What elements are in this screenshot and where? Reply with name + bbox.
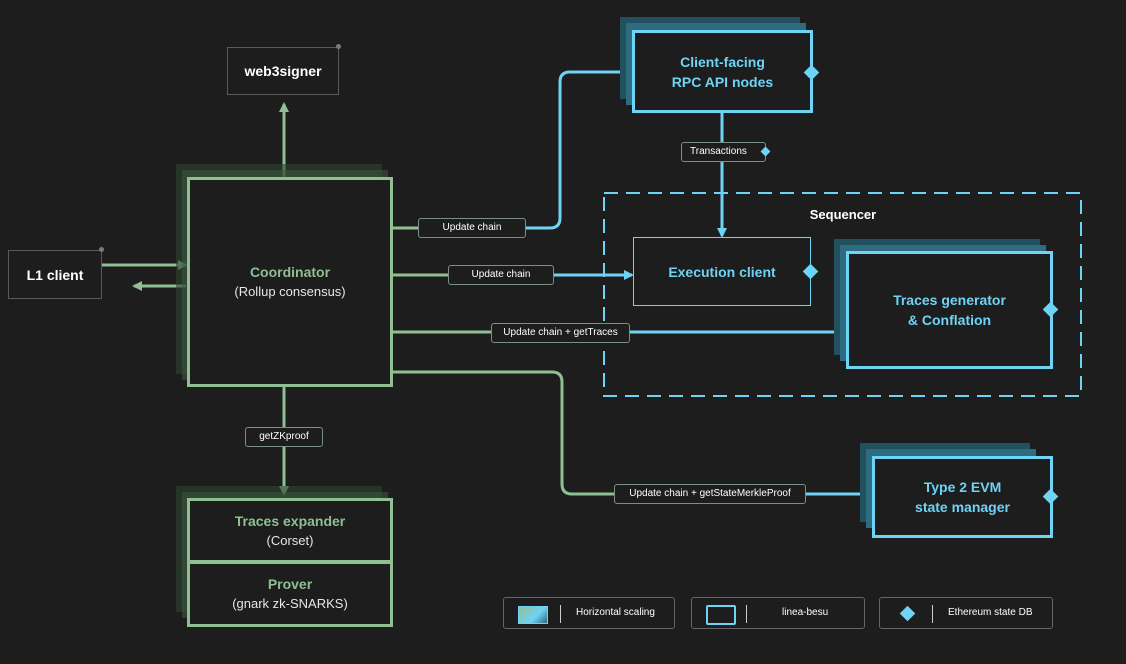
- edge-label-transactions: Transactions: [681, 142, 766, 162]
- rpc-api-node[interactable]: Client-facing RPC API nodes: [632, 30, 813, 113]
- legend-separator: [560, 605, 561, 623]
- coordinator-title: Coordinator: [249, 264, 331, 280]
- l1-client-corner-dot: [99, 247, 104, 252]
- edge-label-update-chain-traces: Update chain + getTraces: [491, 323, 630, 343]
- prover-node[interactable]: Prover (gnark zk-SNARKS): [187, 561, 393, 627]
- traces-generator-node[interactable]: Traces generator & Conflation: [846, 251, 1053, 369]
- prover-title: Prover: [267, 576, 313, 592]
- type2-evm-node[interactable]: Type 2 EVM state manager: [872, 456, 1053, 538]
- traces-gen-label-line2: & Conflation: [907, 312, 992, 328]
- edge-label-update-chain-rpc: Update chain: [418, 218, 526, 238]
- edge-coordinator-rpc: [392, 67, 632, 230]
- traces-gen-label-line1: Traces generator: [893, 292, 1006, 308]
- web3signer-corner-dot: [336, 44, 341, 49]
- web3signer-label: web3signer: [244, 63, 322, 79]
- edge-label-get-zk-proof: getZKproof: [245, 427, 323, 447]
- type2-label-line2: state manager: [915, 499, 1010, 515]
- legend-linea-besu-label: linea-besu: [782, 607, 829, 618]
- coordinator-node[interactable]: Coordinator (Rollup consensus): [187, 177, 393, 387]
- legend-horizontal-scaling-label: Horizontal scaling: [576, 607, 655, 618]
- legend-separator: [932, 605, 933, 623]
- legend-horizontal-scaling: Horizontal scaling: [503, 597, 675, 629]
- edge-label-update-chain-exec: Update chain: [448, 265, 554, 285]
- execution-client-label: Execution client: [668, 263, 776, 280]
- rpc-label-line1: Client-facing: [680, 53, 765, 70]
- traces-expander-subtitle: (Corset): [266, 532, 314, 548]
- ethereum-state-db-icon: [899, 605, 916, 622]
- legend-separator: [746, 605, 747, 623]
- traces-expander-title: Traces expander: [234, 512, 346, 529]
- sequencer-title: Sequencer: [809, 207, 877, 222]
- legend-ethereum-state-db: Ethereum state DB: [879, 597, 1053, 629]
- prover-subtitle: (gnark zk-SNARKS): [232, 596, 348, 611]
- coordinator-subtitle: (Rollup consensus): [234, 284, 346, 299]
- type2-label-line1: Type 2 EVM: [923, 479, 1002, 495]
- l1-client-label: L1 client: [26, 266, 84, 283]
- edge-label-update-chain-state: Update chain + getStateMerkleProof: [614, 484, 806, 504]
- legend-ethereum-state-db-label: Ethereum state DB: [948, 607, 1033, 618]
- web3signer-node[interactable]: web3signer: [227, 47, 339, 95]
- rpc-label-line2: RPC API nodes: [671, 73, 774, 90]
- horizontal-scaling-icon: [518, 606, 548, 624]
- edge-coordinator-type2: [392, 370, 614, 496]
- l1-client-node[interactable]: L1 client: [8, 250, 102, 299]
- linea-besu-icon: [706, 605, 736, 625]
- legend-linea-besu: linea-besu: [691, 597, 865, 629]
- traces-expander-node[interactable]: Traces expander (Corset): [187, 498, 393, 563]
- execution-client-node[interactable]: Execution client: [633, 237, 811, 306]
